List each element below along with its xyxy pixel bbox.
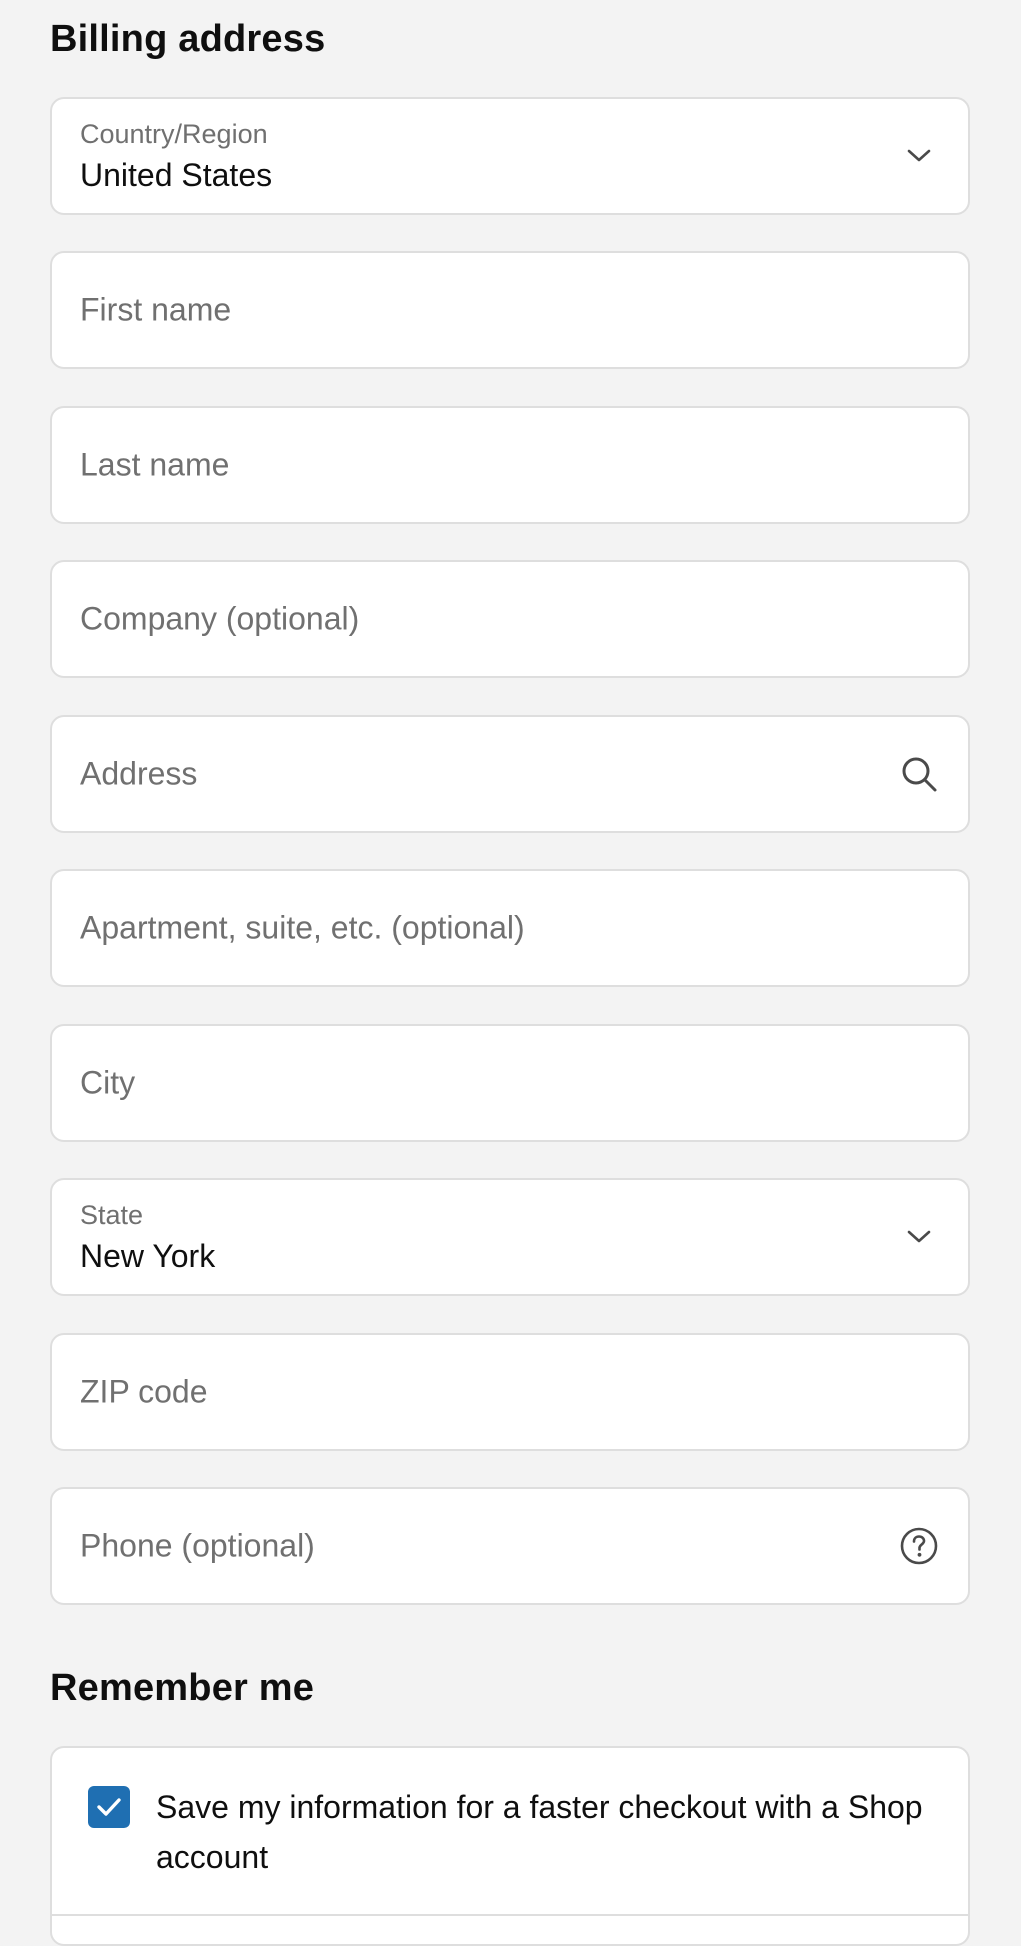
phone-field[interactable]: Phone (optional): [50, 1487, 970, 1605]
address-field[interactable]: Address: [50, 715, 970, 833]
state-label: State: [80, 1200, 144, 1230]
last-name-field[interactable]: Last name: [50, 406, 970, 524]
save-info-checkbox[interactable]: [88, 1786, 130, 1828]
chevron-down-icon: [898, 1216, 940, 1258]
last-name-placeholder: Last name: [80, 446, 230, 483]
first-name-placeholder: First name: [80, 291, 232, 328]
help-circle-icon[interactable]: [898, 1525, 940, 1567]
city-field[interactable]: City: [50, 1024, 970, 1142]
checkmark-icon: [97, 1798, 121, 1816]
remember-me-heading: Remember me: [50, 1667, 315, 1709]
zip-code-field[interactable]: ZIP code: [50, 1333, 970, 1451]
save-info-label[interactable]: Save my information for a faster checkou…: [156, 1782, 926, 1882]
chevron-down-icon: [898, 135, 940, 177]
first-name-field[interactable]: First name: [50, 251, 970, 369]
zip-code-placeholder: ZIP code: [80, 1373, 208, 1410]
billing-address-heading: Billing address: [50, 18, 326, 60]
state-select[interactable]: State New York: [50, 1178, 970, 1296]
company-placeholder: Company (optional): [80, 600, 360, 637]
remember-me-box: Save my information for a faster checkou…: [50, 1746, 970, 1946]
divider: [52, 1914, 968, 1916]
country-region-label: Country/Region: [80, 119, 268, 149]
phone-placeholder: Phone (optional): [80, 1527, 315, 1564]
apartment-placeholder: Apartment, suite, etc. (optional): [80, 909, 525, 946]
apartment-field[interactable]: Apartment, suite, etc. (optional): [50, 869, 970, 987]
state-value: New York: [80, 1238, 216, 1274]
country-region-value: United States: [80, 157, 273, 193]
search-icon[interactable]: [898, 753, 940, 795]
country-region-select[interactable]: Country/Region United States: [50, 97, 970, 215]
address-placeholder: Address: [80, 755, 198, 792]
company-field[interactable]: Company (optional): [50, 560, 970, 678]
city-placeholder: City: [80, 1064, 136, 1101]
